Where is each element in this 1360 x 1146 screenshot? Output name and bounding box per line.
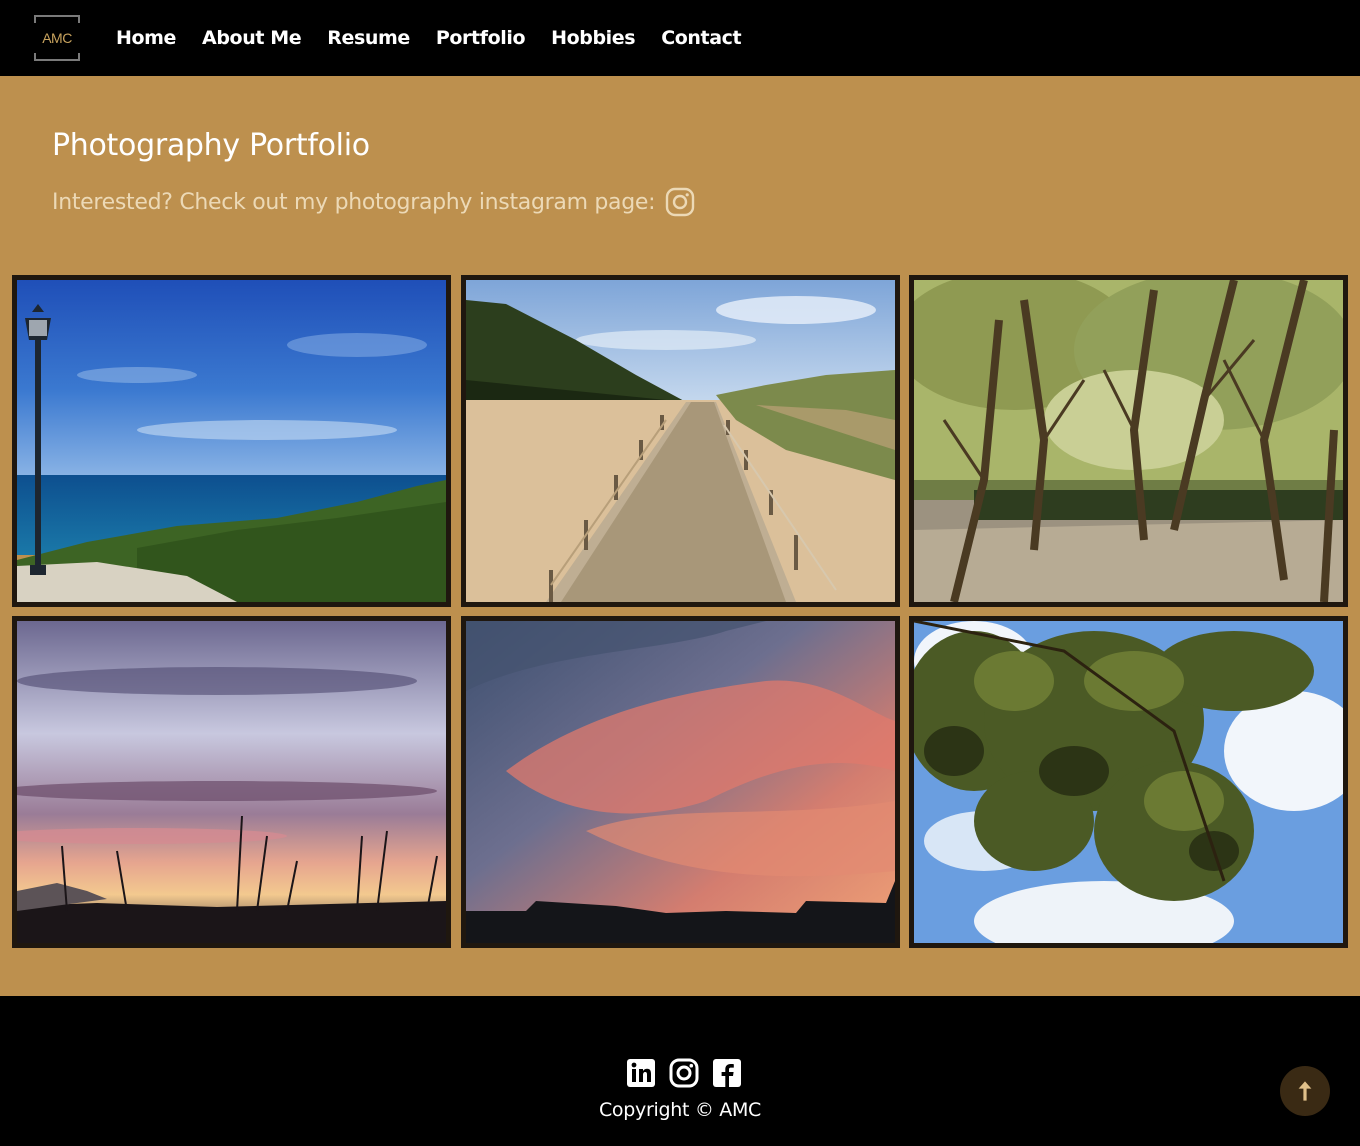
back-to-top-button[interactable] (1280, 1066, 1330, 1116)
logo-text: AMC (42, 30, 72, 46)
photo-sea-view[interactable] (12, 275, 451, 607)
nav-link-about-me[interactable]: About Me (202, 27, 302, 49)
facebook-icon[interactable] (712, 1058, 742, 1088)
photo-boardwalk[interactable] (461, 275, 900, 607)
nav-link-home[interactable]: Home (116, 27, 176, 49)
photo-gallery (12, 275, 1348, 948)
navbar: AMC Home About Me Resume Portfolio Hobbi… (0, 0, 1360, 76)
photo-sunset-grass[interactable] (12, 616, 451, 948)
copyright: Copyright © AMC (598, 1099, 762, 1121)
nav-link-resume[interactable]: Resume (327, 27, 410, 49)
nav-link-contact[interactable]: Contact (661, 27, 741, 49)
nav-link-portfolio[interactable]: Portfolio (436, 27, 526, 49)
instagram-prompt: Interested? Check out my photography ins… (52, 187, 695, 217)
nav-link-hobbies[interactable]: Hobbies (551, 27, 635, 49)
photo-pink-sky[interactable] (461, 616, 900, 948)
instagram-icon[interactable] (665, 187, 695, 217)
linkedin-icon[interactable] (626, 1058, 656, 1088)
instagram-icon[interactable] (669, 1058, 699, 1088)
logo-frame-bottom (34, 53, 80, 61)
logo-frame-top (34, 15, 80, 23)
social-links (626, 1058, 742, 1088)
logo[interactable]: AMC (34, 15, 80, 61)
instagram-prompt-text: Interested? Check out my photography ins… (52, 189, 656, 215)
photo-tree-path[interactable] (909, 275, 1348, 607)
arrow-up-icon (1298, 1081, 1312, 1101)
nav-links: Home About Me Resume Portfolio Hobbies C… (116, 0, 742, 76)
photo-tree-leaves[interactable] (909, 616, 1348, 948)
page-title: Photography Portfolio (52, 128, 370, 163)
